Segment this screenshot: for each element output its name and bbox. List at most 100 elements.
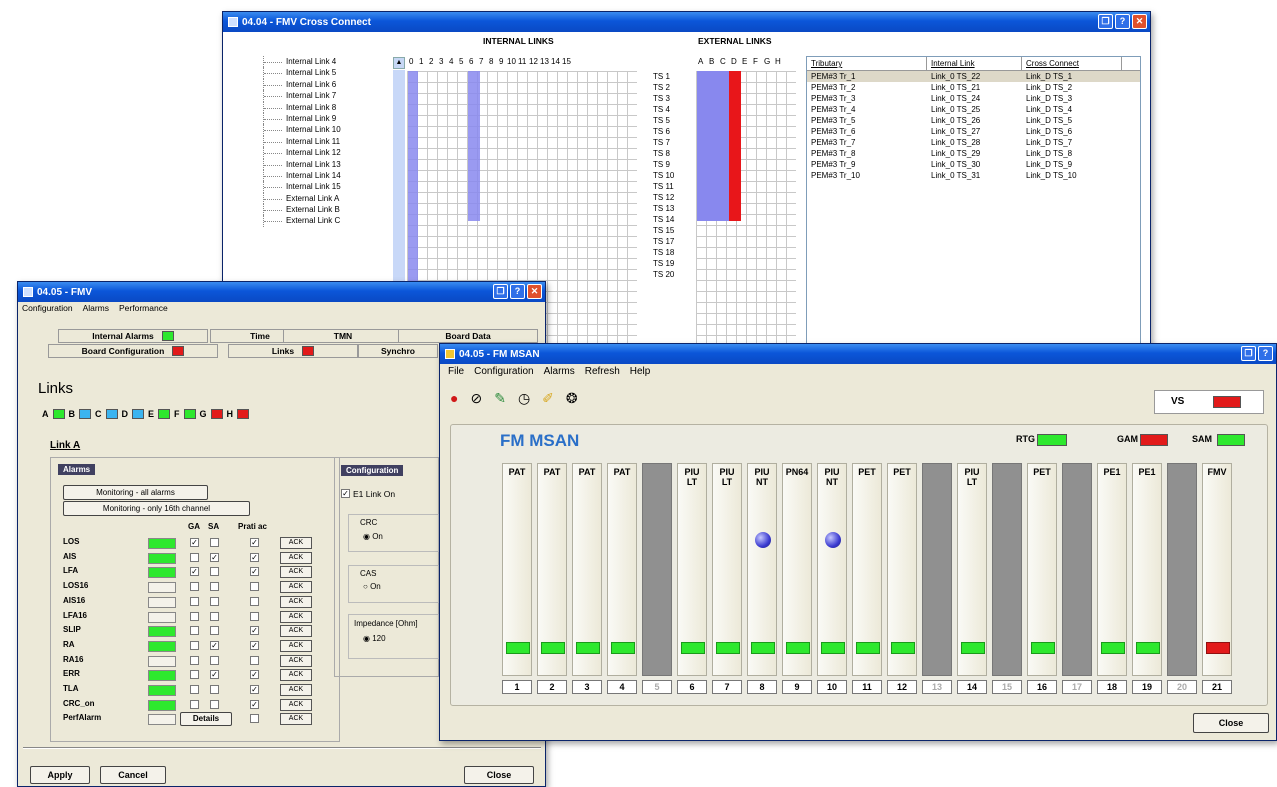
restore-icon[interactable]: ❐ xyxy=(1098,14,1113,29)
folder-icon[interactable]: ✐ xyxy=(542,390,554,407)
tree-item[interactable]: Internal Link 4 xyxy=(263,56,393,68)
ack-button[interactable]: ACK xyxy=(280,551,312,564)
msan-close-button[interactable]: Close xyxy=(1193,713,1269,733)
close-icon[interactable]: ✕ xyxy=(1132,14,1147,29)
tree-item[interactable]: External Link B xyxy=(263,204,393,216)
tree-item[interactable]: Internal Link 13 xyxy=(263,158,393,170)
tree-item[interactable]: Internal Link 11 xyxy=(263,135,393,148)
table-row[interactable]: PEM#3 Tr_8 Link_0 TS_29 Link_D TS_8 xyxy=(807,148,1140,159)
slot-card-18[interactable]: PE1 xyxy=(1097,463,1127,676)
ga-checkbox[interactable] xyxy=(190,596,199,606)
prati-checkbox[interactable] xyxy=(250,714,259,724)
prati-checkbox[interactable]: ✓ xyxy=(250,699,259,709)
menu-item[interactable]: Refresh xyxy=(585,366,620,377)
knob-icon[interactable] xyxy=(825,532,841,548)
slot-card-3[interactable]: PAT xyxy=(572,463,602,676)
link-f-label[interactable]: F xyxy=(174,409,180,419)
ack-button[interactable]: ACK xyxy=(280,684,312,696)
sa-checkbox[interactable]: ✓ xyxy=(210,640,219,650)
link-h-label[interactable]: H xyxy=(227,409,234,419)
help-icon[interactable]: ? xyxy=(1115,14,1130,29)
tree-item[interactable]: Internal Link 12 xyxy=(263,147,393,159)
details-button[interactable]: Details xyxy=(180,712,232,727)
ack-button[interactable]: ACK xyxy=(280,566,312,579)
prati-checkbox[interactable]: ✓ xyxy=(250,685,259,694)
sa-checkbox[interactable]: ✓ xyxy=(210,670,219,680)
sa-checkbox[interactable] xyxy=(210,582,219,592)
table-column-header[interactable]: Cross Connect xyxy=(1022,57,1122,70)
tree-item[interactable]: Internal Link 7 xyxy=(263,90,393,102)
tree-item[interactable]: Internal Link 10 xyxy=(263,124,393,136)
slot-card-21[interactable]: FMV xyxy=(1202,463,1232,676)
tree-item[interactable]: Internal Link 9 xyxy=(263,112,393,125)
ack-button[interactable]: ACK xyxy=(280,625,312,638)
slot-card-4[interactable]: PAT xyxy=(607,463,637,676)
close-button[interactable]: Close xyxy=(464,766,534,784)
connect-icon[interactable]: ✎ xyxy=(494,390,506,407)
ack-button[interactable]: ACK xyxy=(280,610,312,623)
link-g-label[interactable]: G xyxy=(200,409,207,419)
restore-icon[interactable]: ❐ xyxy=(493,284,508,299)
slot-card-19[interactable]: PE1 xyxy=(1132,463,1162,676)
table-row[interactable]: PEM#3 Tr_7 Link_0 TS_28 Link_D TS_7 xyxy=(807,137,1140,148)
ga-checkbox[interactable] xyxy=(190,552,199,562)
close-icon[interactable]: ✕ xyxy=(527,284,542,299)
slot-card-6[interactable]: PIU LT xyxy=(677,463,707,676)
help-icon[interactable]: ? xyxy=(1258,346,1273,361)
impedance-radio[interactable]: ◉ 120 xyxy=(363,634,386,643)
clock-icon[interactable]: ◷ xyxy=(518,390,530,407)
link-a-label[interactable]: A xyxy=(42,409,49,419)
menu-item[interactable]: Alarms xyxy=(544,366,575,377)
sa-checkbox[interactable] xyxy=(210,567,219,577)
link-c-label[interactable]: C xyxy=(95,409,102,419)
prati-checkbox[interactable]: ✓ xyxy=(250,626,259,636)
menu-item[interactable]: File xyxy=(448,366,464,377)
ack-button[interactable]: ACK xyxy=(280,595,312,608)
ga-checkbox[interactable] xyxy=(190,699,199,709)
table-column-header[interactable]: Tributary xyxy=(807,57,927,70)
tree-item[interactable]: Internal Link 8 xyxy=(263,101,393,113)
ack-button[interactable]: ACK xyxy=(280,698,312,711)
monitoring-16th-button[interactable]: Monitoring - only 16th channel xyxy=(63,501,250,516)
ga-checkbox[interactable] xyxy=(190,655,199,665)
prati-checkbox[interactable]: ✓ xyxy=(250,567,259,577)
sa-checkbox[interactable] xyxy=(210,655,219,665)
sa-checkbox[interactable] xyxy=(210,699,219,709)
cancel-button[interactable]: Cancel xyxy=(100,766,166,784)
tab-links[interactable]: Links xyxy=(228,344,358,358)
ga-checkbox[interactable] xyxy=(190,582,199,592)
prati-checkbox[interactable]: ✓ xyxy=(250,640,259,650)
tab-internal-alarms[interactable]: Internal Alarms xyxy=(58,329,208,343)
link-d-label[interactable]: D xyxy=(122,409,129,419)
slot-card-10[interactable]: PIU NT xyxy=(817,463,847,676)
link-subtitle[interactable]: Link A xyxy=(50,440,80,451)
tree-item[interactable]: Internal Link 14 xyxy=(263,169,393,182)
link-e-label[interactable]: E xyxy=(148,409,154,419)
disconnect-icon[interactable]: ⊘ xyxy=(470,390,482,407)
tree-item[interactable]: External Link A xyxy=(263,192,393,205)
sa-checkbox[interactable] xyxy=(210,685,219,694)
ga-checkbox[interactable] xyxy=(190,611,199,621)
crc-on-radio[interactable]: ◉ On xyxy=(363,532,383,541)
ga-checkbox[interactable] xyxy=(190,626,199,636)
slot-card-16[interactable]: PET xyxy=(1027,463,1057,676)
ga-checkbox[interactable] xyxy=(190,685,199,694)
table-row[interactable]: PEM#3 Tr_5 Link_0 TS_26 Link_D TS_5 xyxy=(807,115,1140,126)
table-row[interactable]: PEM#3 Tr_9 Link_0 TS_30 Link_D TS_9 xyxy=(807,159,1140,170)
apply-button[interactable]: Apply xyxy=(30,766,90,784)
prati-checkbox[interactable]: ✓ xyxy=(250,670,259,680)
alarm-icon[interactable]: ● xyxy=(450,390,458,407)
slot-card-14[interactable]: PIU LT xyxy=(957,463,987,676)
cas-on-radio[interactable]: ○ On xyxy=(363,582,381,591)
ga-checkbox[interactable]: ✓ xyxy=(190,567,199,577)
ack-button[interactable]: ACK xyxy=(280,669,312,682)
prati-checkbox[interactable]: ✓ xyxy=(250,552,259,562)
ack-button[interactable]: ACK xyxy=(280,654,312,667)
table-row[interactable]: PEM#3 Tr_1 Link_0 TS_22 Link_D TS_1 xyxy=(807,71,1140,82)
link-b-label[interactable]: B xyxy=(69,409,76,419)
ack-button[interactable]: ACK xyxy=(280,713,312,726)
tree-item[interactable]: Internal Link 15 xyxy=(263,181,393,193)
slot-card-8[interactable]: PIU NT xyxy=(747,463,777,676)
scroll-up-icon[interactable]: ▲ xyxy=(393,57,405,69)
ga-checkbox[interactable]: ✓ xyxy=(190,538,199,547)
